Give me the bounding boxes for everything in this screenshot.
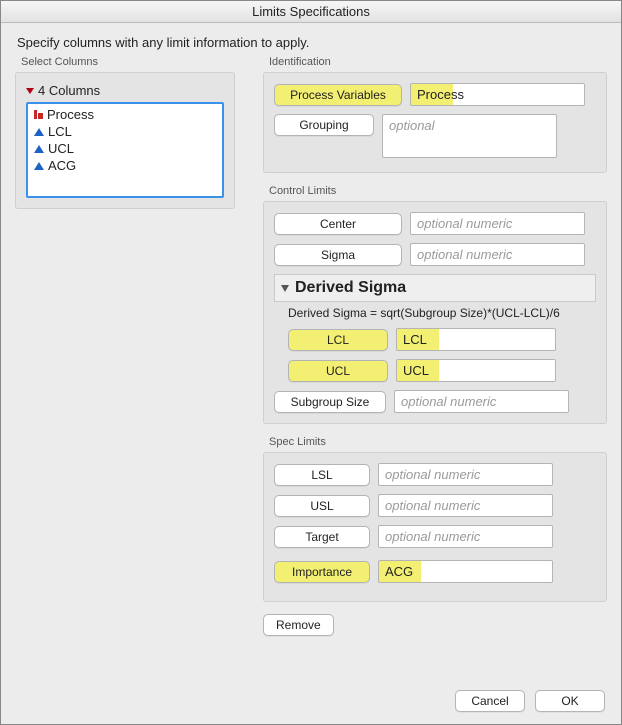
list-item[interactable]: UCL bbox=[32, 140, 218, 157]
identification-box: Process Variables Process Grouping optio… bbox=[263, 72, 607, 173]
lcl-field[interactable]: LCL bbox=[396, 328, 556, 351]
center-field[interactable]: optional numeric bbox=[410, 212, 585, 235]
usl-field[interactable]: optional numeric bbox=[378, 494, 553, 517]
nominal-icon bbox=[34, 110, 43, 119]
ok-button[interactable]: OK bbox=[535, 690, 605, 712]
right-column: Identification Process Variables Process… bbox=[263, 56, 607, 640]
process-variables-field[interactable]: Process bbox=[410, 83, 585, 106]
column-name: ACG bbox=[48, 157, 76, 174]
instruction-text: Specify columns with any limit informati… bbox=[17, 35, 607, 50]
select-columns-box: 4 Columns Process LCL UCL bbox=[15, 72, 235, 209]
derived-sigma-title: Derived Sigma bbox=[295, 279, 406, 297]
list-item[interactable]: Process bbox=[32, 106, 218, 123]
continuous-icon bbox=[34, 145, 44, 153]
continuous-icon bbox=[34, 162, 44, 170]
target-field[interactable]: optional numeric bbox=[378, 525, 553, 548]
importance-field[interactable]: ACG bbox=[378, 560, 553, 583]
column-name: LCL bbox=[48, 123, 72, 140]
continuous-icon bbox=[34, 128, 44, 136]
lcl-button[interactable]: LCL bbox=[288, 329, 388, 351]
cancel-button[interactable]: Cancel bbox=[455, 690, 525, 712]
subgroup-size-field[interactable]: optional numeric bbox=[394, 390, 569, 413]
column-name: Process bbox=[47, 106, 94, 123]
dialog-content: Specify columns with any limit informati… bbox=[1, 23, 621, 682]
target-button[interactable]: Target bbox=[274, 526, 370, 548]
usl-button[interactable]: USL bbox=[274, 495, 370, 517]
dialog-window: Limits Specifications Specify columns wi… bbox=[0, 0, 622, 725]
lsl-button[interactable]: LSL bbox=[274, 464, 370, 486]
lsl-field[interactable]: optional numeric bbox=[378, 463, 553, 486]
spec-limits-box: LSL optional numeric USL optional numeri… bbox=[263, 452, 607, 602]
list-item[interactable]: ACG bbox=[32, 157, 218, 174]
title-bar: Limits Specifications bbox=[1, 1, 621, 23]
grouping-field[interactable]: optional bbox=[382, 114, 557, 158]
control-limits-box: Center optional numeric Sigma optional n… bbox=[263, 201, 607, 424]
control-limits-label: Control Limits bbox=[269, 185, 607, 197]
columns-listbox[interactable]: Process LCL UCL ACG bbox=[26, 102, 224, 198]
chevron-down-icon bbox=[281, 285, 289, 292]
dialog-footer: Cancel OK bbox=[1, 682, 621, 724]
importance-button[interactable]: Importance bbox=[274, 561, 370, 583]
window-title: Limits Specifications bbox=[252, 4, 370, 19]
subgroup-size-button[interactable]: Subgroup Size bbox=[274, 391, 386, 413]
ucl-field[interactable]: UCL bbox=[396, 359, 556, 382]
remove-button[interactable]: Remove bbox=[263, 614, 334, 636]
identification-label: Identification bbox=[269, 56, 607, 68]
derived-sigma-formula: Derived Sigma = sqrt(Subgroup Size)*(UCL… bbox=[288, 306, 596, 320]
column-name: UCL bbox=[48, 140, 74, 157]
list-item[interactable]: LCL bbox=[32, 123, 218, 140]
grouping-button[interactable]: Grouping bbox=[274, 114, 374, 136]
spec-limits-label: Spec Limits bbox=[269, 436, 607, 448]
disclosure-icon bbox=[26, 88, 34, 94]
sigma-button[interactable]: Sigma bbox=[274, 244, 402, 266]
ucl-button[interactable]: UCL bbox=[288, 360, 388, 382]
process-variables-button[interactable]: Process Variables bbox=[274, 84, 402, 106]
center-button[interactable]: Center bbox=[274, 213, 402, 235]
sigma-field[interactable]: optional numeric bbox=[410, 243, 585, 266]
select-columns-section: Select Columns 4 Columns Process LCL bbox=[15, 56, 243, 640]
columns-header[interactable]: 4 Columns bbox=[26, 83, 224, 98]
columns-count: 4 Columns bbox=[38, 83, 100, 98]
select-columns-label: Select Columns bbox=[21, 56, 243, 68]
derived-sigma-header[interactable]: Derived Sigma bbox=[274, 274, 596, 302]
